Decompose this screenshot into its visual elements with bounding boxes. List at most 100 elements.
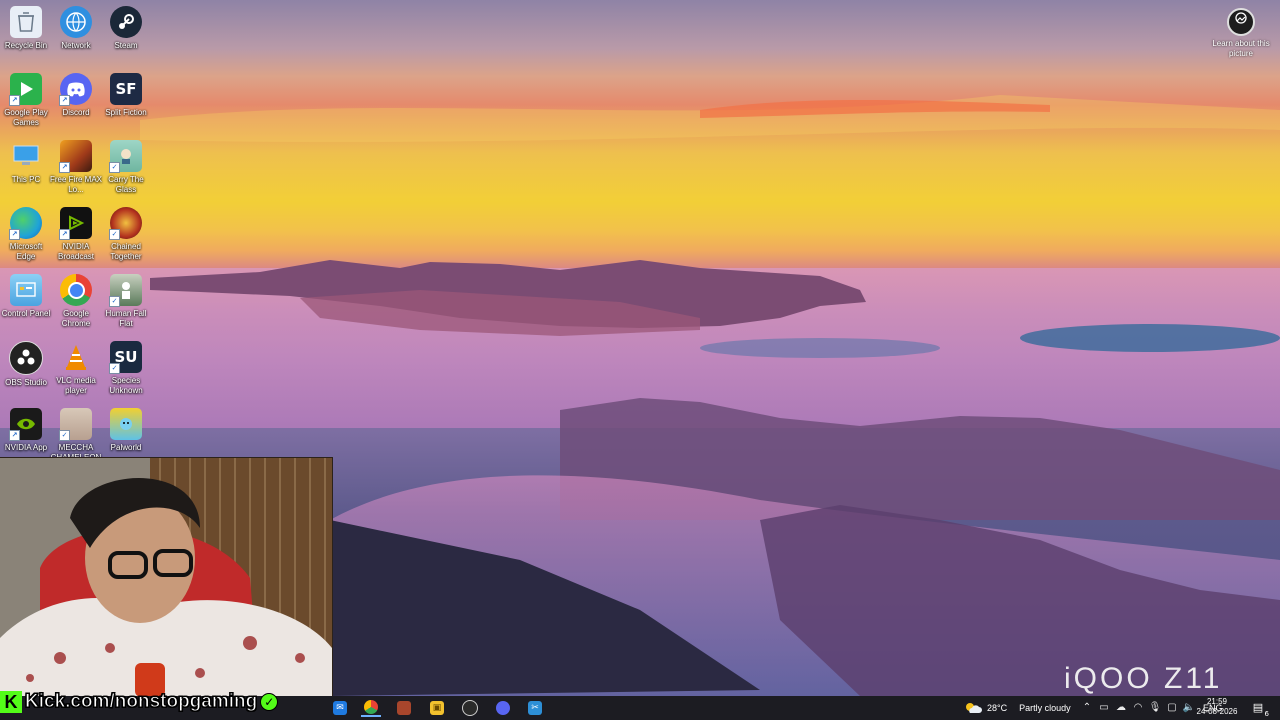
desktop-icon-palworld[interactable]: Palworld — [100, 408, 152, 453]
learn-about-picture-button[interactable]: Learn about this picture — [1212, 8, 1270, 59]
desktop-icon-google-play-games[interactable]: ↗ Google Play Games — [0, 73, 52, 128]
desktop-icon-label: Chained Together — [110, 242, 142, 261]
notification-center-button[interactable]: ▤ 6 — [1250, 700, 1269, 718]
desktop-icon-this-pc[interactable]: This PC — [0, 140, 52, 185]
weather-temperature: 28°C — [987, 703, 1008, 713]
desktop-wallpaper[interactable]: Recycle Bin Network Steam ↗ Google Play … — [0, 0, 1280, 696]
nvidia-broadcast-icon: ↗ — [59, 207, 92, 240]
taskbar-app-obs[interactable] — [460, 699, 480, 717]
desktop-icon-meccha-chameleon[interactable]: ✓ MECCHA CHAMELEON — [50, 408, 102, 463]
nvidia-app-icon: ↗ — [9, 408, 42, 441]
desktop-icon-microsoft-edge[interactable]: ↗ Microsoft Edge — [0, 207, 52, 262]
species-unknown-icon: SU ✓ — [109, 341, 142, 374]
desktop-icon-label: Steam — [114, 41, 138, 50]
notification-icon: ▤ — [1252, 701, 1264, 714]
notification-badge: 6 — [1264, 710, 1269, 718]
camera-icon — [1227, 8, 1255, 36]
desktop-icon-label: Palworld — [110, 443, 142, 452]
desktop-icon-control-panel[interactable]: Control Panel — [0, 274, 52, 319]
edge-icon: ↗ — [9, 207, 42, 240]
carry-the-glass-icon: ✓ — [109, 140, 142, 173]
weather-widget[interactable]: 28°C Partly cloudy — [964, 696, 1071, 720]
desktop-icon-label: Network — [61, 41, 91, 50]
desktop-icon-chained-together[interactable]: ✓ Chained Together — [100, 207, 152, 262]
obs-studio-icon — [462, 700, 478, 716]
taskbar-app-game[interactable] — [394, 699, 414, 717]
desktop-icon-species-unknown[interactable]: SU ✓ Species Unknown — [100, 341, 152, 396]
desktop-icon-nvidia-broadcast[interactable]: ↗ NVIDIA Broadcast — [50, 207, 102, 262]
webcam-feed-image — [0, 458, 332, 696]
monitor-icon[interactable]: ▭ — [1097, 701, 1111, 715]
webcam-overlay — [0, 457, 333, 696]
desktop-icon-label: Google Play Games — [4, 108, 48, 127]
desktop-icon-recycle-bin[interactable]: Recycle Bin — [0, 6, 52, 51]
taskbar-app-chrome[interactable] — [361, 699, 381, 717]
clock-time: 21:59 — [1206, 697, 1228, 706]
desktop-icon-label: Split Fiction — [105, 108, 147, 117]
kick-channel-text: Kick.com/nonstopgaming — [24, 691, 258, 713]
desktop-icon-label: Control Panel — [1, 309, 51, 318]
game-icon — [397, 701, 411, 715]
speaker-icon[interactable]: 🔈 — [1182, 701, 1196, 715]
steam-icon — [110, 6, 142, 38]
split-fiction-icon-text: SF — [115, 80, 137, 98]
desktop-icon-vlc[interactable]: VLC media player — [50, 341, 102, 396]
taskbar-app-file-explorer[interactable]: ▣ — [427, 699, 447, 717]
desktop-icon-obs-studio[interactable]: OBS Studio — [0, 341, 52, 388]
desktop-icon-google-chrome[interactable]: Google Chrome — [50, 274, 102, 329]
microphone-icon[interactable]: 🎙 — [1148, 701, 1162, 715]
onedrive-icon[interactable]: ☁ — [1114, 701, 1128, 715]
meccha-chameleon-icon: ✓ — [59, 408, 92, 441]
desktop-icon-steam[interactable]: Steam — [100, 6, 152, 51]
free-fire-icon: ↗ — [59, 140, 92, 173]
desktop-icon-human-fall-flat[interactable]: ✓ Human Fall Flat — [100, 274, 152, 329]
split-fiction-icon: SF — [110, 73, 142, 105]
clock-date: 24-08-2026 — [1196, 707, 1238, 716]
desktop-icon-nvidia-app[interactable]: ↗ NVIDIA App — [0, 408, 52, 453]
desktop-icon-label: OBS Studio — [5, 378, 47, 387]
device-watermark: iQOO Z11 — [1064, 662, 1223, 695]
taskbar-app-snipping-tool[interactable]: ✂ — [525, 699, 545, 717]
discord-icon: ↗ — [59, 73, 92, 106]
chrome-icon — [60, 274, 92, 306]
vlc-icon — [60, 341, 92, 373]
desktop-icon-label: Free Fire MAX Lo... — [50, 175, 103, 194]
google-play-games-icon: ↗ — [9, 73, 42, 106]
wifi-icon[interactable]: ◠ — [1131, 701, 1145, 715]
obs-studio-icon — [9, 341, 43, 375]
clock[interactable]: 21:59 24-08-2026 — [1196, 697, 1238, 717]
mail-icon: ✉ — [333, 701, 347, 715]
chrome-icon — [364, 700, 378, 714]
desktop-icon-label: Carry The Glass — [108, 175, 144, 194]
desktop-icon-label: This PC — [11, 175, 41, 184]
display-icon[interactable]: ▢ — [1165, 701, 1179, 715]
desktop-icon-label: Google Chrome — [61, 309, 91, 328]
partly-cloudy-icon — [964, 701, 982, 715]
chevron-up-icon[interactable]: ⌃ — [1080, 701, 1094, 715]
desktop-icon-discord[interactable]: ↗ Discord — [50, 73, 102, 118]
kick-logo-icon: K — [0, 691, 22, 713]
network-icon — [60, 6, 92, 38]
desktop-icon-network[interactable]: Network — [50, 6, 102, 51]
desktop-icon-label: NVIDIA App — [4, 443, 48, 452]
human-fall-flat-icon: ✓ — [109, 274, 142, 307]
file-explorer-icon: ▣ — [430, 701, 444, 715]
taskbar-app-mail[interactable]: ✉ — [330, 699, 350, 717]
learn-about-label: Learn about this picture — [1212, 39, 1270, 58]
desktop-icon-label: Discord — [62, 108, 90, 117]
discord-icon — [496, 701, 510, 715]
desktop-icon-label: Microsoft Edge — [9, 242, 43, 261]
desktop-icon-free-fire[interactable]: ↗ Free Fire MAX Lo... — [50, 140, 102, 195]
kick-overlay-banner: K Kick.com/nonstopgaming ✓ — [0, 690, 279, 714]
desktop-icon-label: NVIDIA Broadcast — [57, 242, 95, 261]
desktop-icon-split-fiction[interactable]: SF Split Fiction — [100, 73, 152, 118]
desktop-icon-carry-the-glass[interactable]: ✓ Carry The Glass — [100, 140, 152, 195]
desktop-icon-label: Species Unknown — [109, 376, 143, 395]
taskbar-app-discord[interactable] — [493, 699, 513, 717]
snipping-tool-icon: ✂ — [528, 701, 542, 715]
this-pc-icon — [10, 140, 42, 172]
desktop-icon-label: Human Fall Flat — [105, 309, 147, 328]
recycle-bin-icon — [10, 6, 42, 38]
chained-together-icon: ✓ — [109, 207, 142, 240]
verified-check-icon: ✓ — [260, 693, 279, 711]
